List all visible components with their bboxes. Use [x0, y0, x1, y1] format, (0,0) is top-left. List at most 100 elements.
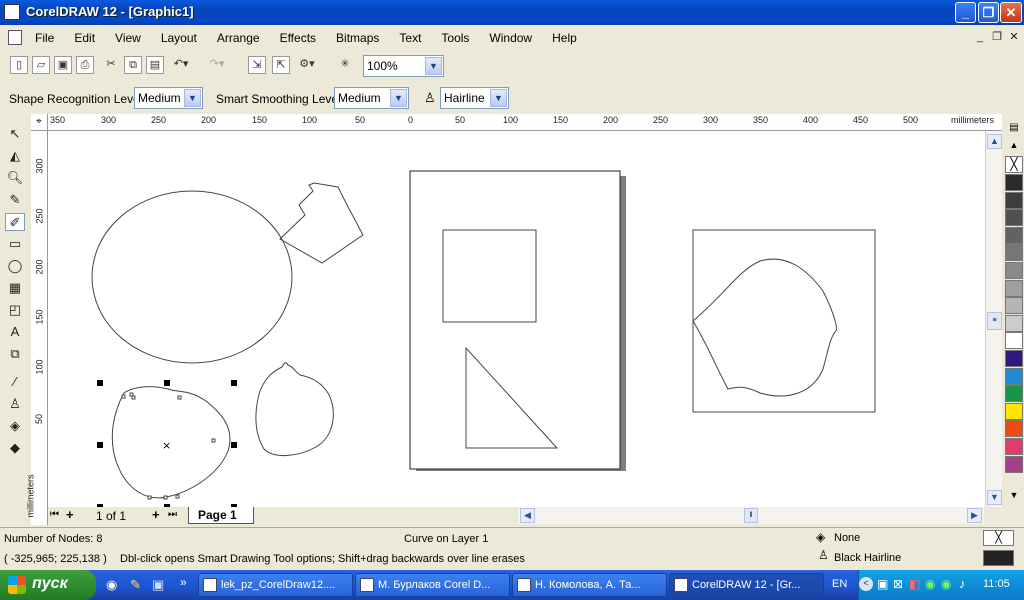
drawing-area[interactable]: ×: [48, 131, 985, 507]
outline-width-select[interactable]: Hairline ▼: [440, 87, 509, 109]
smart-smoothing-select[interactable]: Medium ▼: [334, 87, 409, 109]
color-swatch[interactable]: [1005, 209, 1023, 227]
color-swatch[interactable]: [1005, 314, 1023, 332]
color-swatch[interactable]: [1005, 279, 1023, 297]
horizontal-ruler[interactable]: 350 300 250 200 150 100 50 0 50 100 150 …: [48, 114, 1002, 131]
tab-page-1[interactable]: Page 1: [188, 507, 254, 524]
color-swatch[interactable]: [1005, 367, 1023, 385]
selection-handles[interactable]: ×: [97, 380, 237, 507]
clock[interactable]: 11:05: [983, 578, 1010, 590]
drawing-canvas[interactable]: ×: [48, 131, 985, 507]
horizontal-scroll-thumb[interactable]: ‖: [744, 508, 758, 523]
tray-icon[interactable]: ◉: [925, 577, 935, 591]
ellipse-shape[interactable]: [91, 190, 293, 364]
app-icon[interactable]: [4, 4, 20, 20]
ellipse-tool-icon[interactable]: ◯: [5, 257, 25, 275]
rectangle-shape[interactable]: [692, 229, 876, 413]
application-launcher-icon[interactable]: ⚙▾: [298, 56, 316, 74]
palette-scroll-down-icon[interactable]: ▼: [1005, 490, 1023, 502]
menu-effects[interactable]: Effects: [280, 31, 316, 45]
menu-help[interactable]: Help: [552, 31, 577, 45]
menu-window[interactable]: Window: [489, 31, 532, 45]
copy-icon[interactable]: ⧉: [124, 56, 142, 74]
network-icon[interactable]: ⊠: [893, 577, 903, 591]
minimize-button[interactable]: _: [955, 2, 976, 23]
scroll-left-button[interactable]: ◀: [520, 508, 535, 523]
taskbar-item[interactable]: М. Бурлаков Corel D...: [355, 573, 510, 597]
more-quick-launch-icon[interactable]: »: [180, 575, 187, 589]
cut-icon[interactable]: ✂: [102, 56, 120, 74]
color-swatch[interactable]: [1005, 297, 1023, 315]
menu-arrange[interactable]: Arrange: [217, 31, 260, 45]
shape-tool-icon[interactable]: ◭: [5, 147, 25, 165]
outline-tool-icon[interactable]: ♙: [5, 395, 25, 413]
doc-close-button[interactable]: ✕: [1006, 30, 1022, 45]
zoom-select[interactable]: 100% ▼: [363, 55, 444, 77]
menu-tools[interactable]: Tools: [441, 31, 469, 45]
color-swatch[interactable]: [1005, 402, 1023, 420]
chevron-down-icon[interactable]: ▼: [425, 57, 442, 75]
document-icon[interactable]: [8, 30, 22, 45]
scroll-right-button[interactable]: ▶: [967, 508, 982, 523]
tray-icon[interactable]: ◧: [909, 577, 920, 591]
smart-drawing-tool-icon[interactable]: ✐: [5, 213, 25, 231]
scroll-up-button[interactable]: ▲: [987, 134, 1002, 149]
pick-tool-icon[interactable]: ↖: [5, 125, 25, 143]
vertical-scroll-thumb[interactable]: ≡: [987, 312, 1002, 330]
menu-text[interactable]: Text: [399, 31, 421, 45]
restore-button[interactable]: ❐: [978, 2, 999, 23]
menu-edit[interactable]: Edit: [74, 31, 95, 45]
interactive-blend-tool-icon[interactable]: ⧉: [5, 345, 25, 363]
eyedropper-tool-icon[interactable]: ⁄: [5, 373, 25, 391]
text-tool-icon[interactable]: A: [5, 323, 25, 341]
leaf-blob-shape[interactable]: [692, 258, 837, 397]
color-swatch[interactable]: [1005, 174, 1023, 191]
color-swatch[interactable]: [1005, 226, 1023, 244]
chevron-down-icon[interactable]: ▼: [184, 89, 201, 107]
freeform-polygon-shape[interactable]: [279, 182, 364, 264]
menu-layout[interactable]: Layout: [161, 31, 197, 45]
last-page-icon[interactable]: ⏭: [168, 509, 177, 520]
freehand-tool-icon[interactable]: ✎: [5, 191, 25, 209]
first-page-icon[interactable]: ⏮: [50, 509, 59, 520]
vertical-scrollbar[interactable]: ▲ ≡ ▼: [985, 131, 1002, 507]
chevron-down-icon[interactable]: ▼: [390, 89, 407, 107]
graph-paper-tool-icon[interactable]: ▦: [5, 279, 25, 297]
quick-launch-icon[interactable]: ✎: [130, 577, 141, 593]
volume-icon[interactable]: ♪: [959, 576, 966, 591]
tray-collapse-icon[interactable]: <: [859, 577, 873, 591]
language-indicator[interactable]: EN: [832, 578, 847, 590]
add-page-after-icon[interactable]: +: [152, 507, 160, 522]
taskbar-item-active[interactable]: CorelDRAW 12 - [Gr...: [669, 573, 824, 597]
save-icon[interactable]: ▣: [54, 56, 72, 74]
shape-recognition-select[interactable]: Medium ▼: [134, 87, 203, 109]
color-swatch[interactable]: [1005, 455, 1023, 473]
menu-view[interactable]: View: [115, 31, 141, 45]
print-icon[interactable]: ⎙: [76, 56, 94, 74]
color-swatch[interactable]: [1005, 350, 1023, 367]
scroll-down-button[interactable]: ▼: [987, 490, 1002, 505]
palette-menu-icon[interactable]: ▤: [1005, 122, 1023, 136]
corel-online-icon[interactable]: ✳: [336, 56, 354, 74]
undo-icon[interactable]: ↶▾: [172, 56, 190, 74]
fill-tool-icon[interactable]: ◈: [5, 417, 25, 435]
color-swatch[interactable]: [1005, 191, 1023, 209]
menu-file[interactable]: File: [35, 31, 54, 45]
basic-shapes-tool-icon[interactable]: ◰: [5, 301, 25, 319]
no-color-swatch[interactable]: ╳: [1005, 156, 1023, 173]
color-swatch[interactable]: [1005, 262, 1023, 279]
paste-icon[interactable]: ▤: [146, 56, 164, 74]
ruler-origin[interactable]: ⌖: [31, 114, 48, 131]
open-icon[interactable]: ▱: [32, 56, 50, 74]
horizontal-scrollbar[interactable]: ◀ ‖ ▶: [518, 507, 984, 524]
chevron-down-icon[interactable]: ▼: [490, 89, 507, 107]
taskbar-item[interactable]: Н. Комолова, А. Та...: [512, 573, 667, 597]
doc-minimize-button[interactable]: _: [972, 30, 988, 45]
doc-restore-button[interactable]: ❐: [989, 30, 1005, 45]
menu-bitmaps[interactable]: Bitmaps: [336, 31, 379, 45]
freeform-blob-shape[interactable]: [255, 362, 334, 456]
color-swatch[interactable]: [1005, 420, 1023, 438]
start-button[interactable]: пуск: [0, 570, 96, 600]
outline-color-preview[interactable]: [983, 550, 1014, 566]
export-icon[interactable]: ⇱: [272, 56, 290, 74]
